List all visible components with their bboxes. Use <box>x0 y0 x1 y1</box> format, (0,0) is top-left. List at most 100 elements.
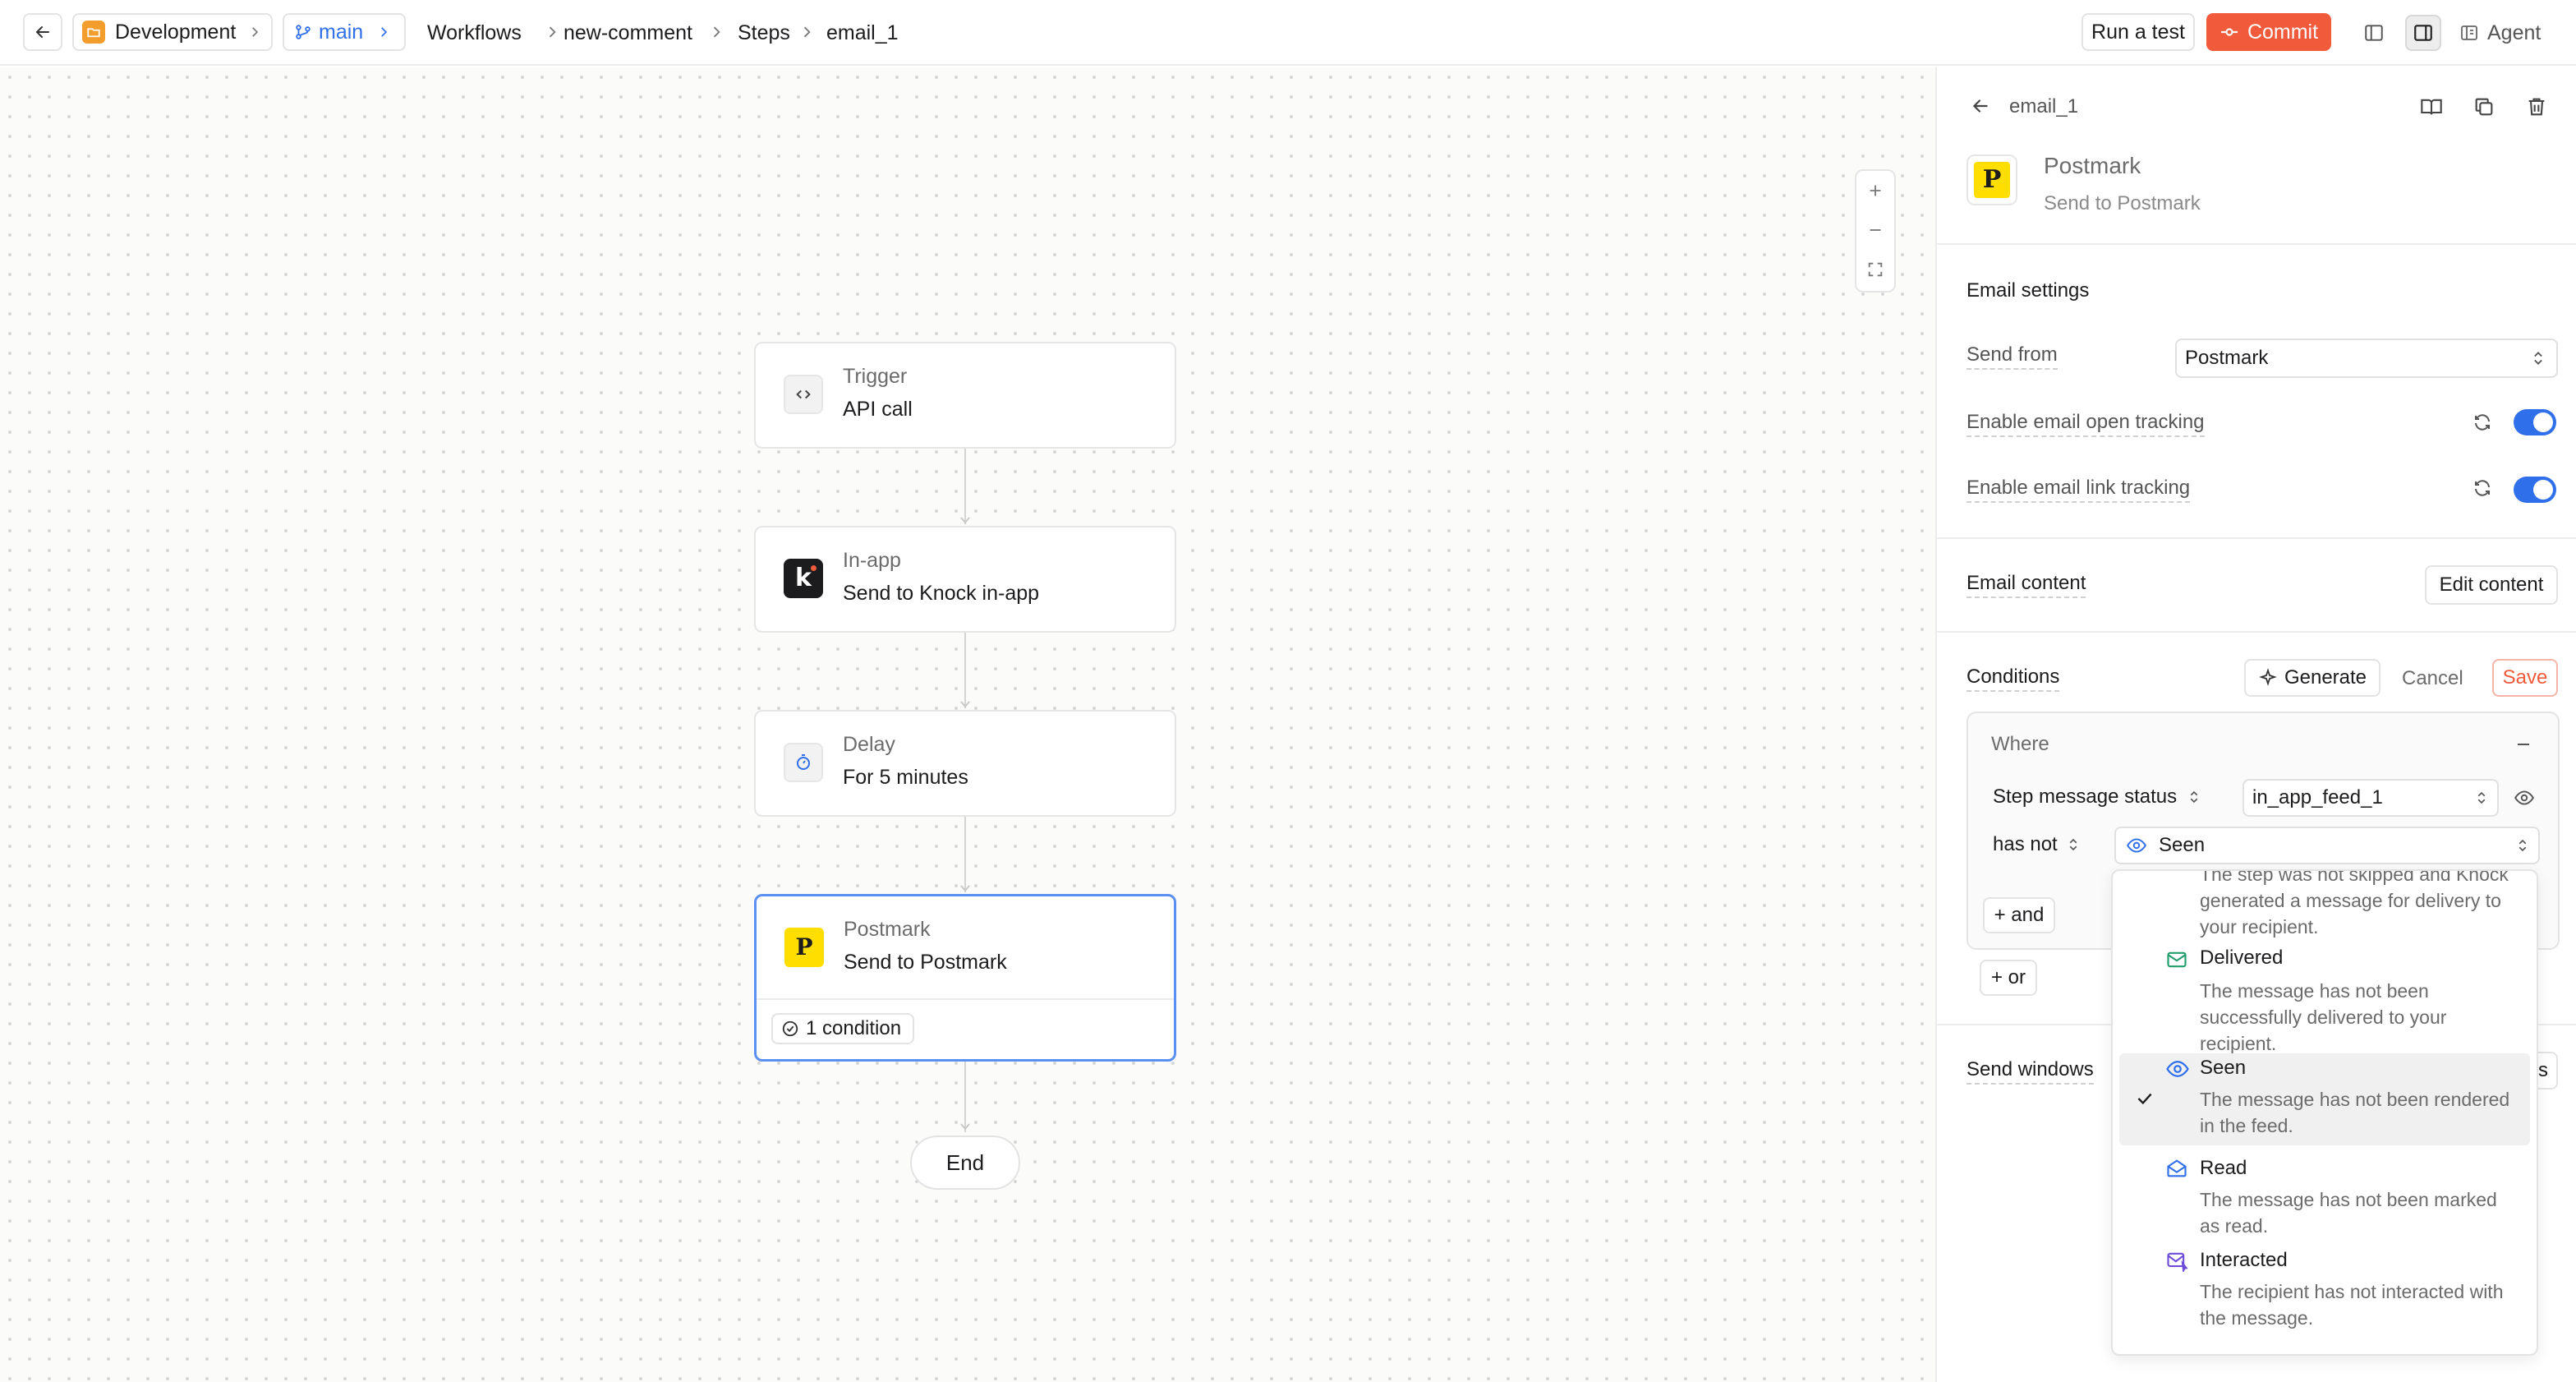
branch-switcher[interactable]: main <box>283 13 406 51</box>
commit-label: Commit <box>2247 20 2319 44</box>
email-settings-heading: Email settings <box>1966 279 2090 302</box>
check-icon <box>2137 1093 2152 1105</box>
eye-icon[interactable] <box>2514 787 2535 808</box>
environment-switcher[interactable]: Development <box>72 13 273 51</box>
code-icon <box>784 375 823 414</box>
divider <box>1937 537 2576 539</box>
option-seen[interactable]: Seen The message has not been rendered i… <box>2119 1053 2530 1145</box>
sparkle-icon <box>2259 668 2277 686</box>
save-button[interactable]: Save <box>2492 659 2558 697</box>
node-subtitle: Send to Knock in-app <box>843 582 1040 605</box>
minus-icon[interactable] <box>2514 735 2533 754</box>
commit-button[interactable]: Commit <box>2206 13 2331 51</box>
option-description: The message has not been marked as read. <box>2200 1189 2497 1237</box>
agent-button[interactable]: Agent <box>2459 15 2541 51</box>
chevron-up-down-icon <box>2534 352 2542 365</box>
chevron-up-down-icon <box>2069 838 2077 851</box>
add-and-button[interactable]: + and <box>1983 897 2055 933</box>
chevron-right-icon <box>549 26 556 38</box>
zoom-out-button[interactable] <box>1856 210 1894 250</box>
zoom-in-button[interactable] <box>1856 171 1894 210</box>
book-open-icon[interactable] <box>2420 95 2443 118</box>
sidebar-right-icon <box>2414 25 2432 41</box>
option-label: Interacted <box>2200 1249 2288 1271</box>
arrow-down-icon <box>960 517 970 524</box>
operator-select[interactable]: has not <box>1993 828 2081 861</box>
breadcrumb-workflows[interactable]: Workflows <box>427 0 522 66</box>
chevron-right-icon <box>803 26 811 38</box>
postmark-logo-icon: P <box>784 928 824 967</box>
workflow-node-delay[interactable]: Delay For 5 minutes <box>754 710 1176 817</box>
condition-field-select[interactable]: Step message status <box>1993 781 2201 813</box>
mail-open-icon <box>2167 1159 2187 1177</box>
step-key-label: email_1 <box>2009 95 2079 117</box>
node-subtitle: For 5 minutes <box>843 766 968 789</box>
breadcrumb-steps[interactable]: Steps <box>738 0 790 66</box>
toggle-left-sidebar-button[interactable] <box>2359 18 2389 48</box>
option-read[interactable]: Read The message has not been marked as … <box>2113 1154 2537 1246</box>
workflow-node-postmark[interactable]: P Postmark Send to Postmark 1 condition <box>754 894 1176 1062</box>
divider <box>1937 631 2576 633</box>
send-from-select[interactable]: Postmark <box>2175 339 2558 378</box>
arrow-down-icon <box>960 701 970 708</box>
link-tracking-toggle[interactable] <box>2514 477 2556 503</box>
generate-button[interactable]: Generate <box>2244 659 2380 697</box>
workflow-node-in-app[interactable]: k In-app Send to Knock in-app <box>754 526 1176 633</box>
copy-icon[interactable] <box>2472 95 2496 118</box>
postmark-logo-icon: P <box>1966 154 2017 205</box>
arrow-left-icon <box>36 26 49 38</box>
option-label: Delivered <box>2200 947 2284 969</box>
mail-interact-icon <box>2167 1252 2188 1272</box>
run-test-button[interactable]: Run a test <box>2082 13 2195 51</box>
mail-check-icon <box>2167 951 2187 968</box>
conditions-heading: Conditions <box>1966 666 2060 692</box>
node-title: Trigger <box>843 365 908 388</box>
eye-icon <box>2166 1061 2189 1077</box>
option-description: The message has not been successfully de… <box>2200 980 2447 1054</box>
option-label: Read <box>2200 1157 2247 1179</box>
sidebar-left-icon <box>2365 25 2383 41</box>
divider <box>1937 243 2576 245</box>
check-circle-icon <box>782 1020 798 1037</box>
chevron-up-down-icon <box>2190 790 2198 804</box>
chevron-right-icon <box>381 27 388 37</box>
reset-icon[interactable] <box>2472 412 2492 432</box>
git-commit-icon <box>2220 28 2238 36</box>
message-status-dropdown: The step was not skipped and Knock gener… <box>2111 869 2538 1356</box>
node-title: Delay <box>843 733 895 756</box>
toggle-right-sidebar-button[interactable] <box>2405 15 2441 51</box>
value-select[interactable]: Seen <box>2114 827 2540 864</box>
arrow-left-icon[interactable] <box>1970 95 1991 117</box>
workflow-node-trigger[interactable]: Trigger API call <box>754 342 1176 449</box>
edit-content-button[interactable]: Edit content <box>2425 565 2558 605</box>
node-subtitle: API call <box>843 398 913 421</box>
connector-line <box>964 449 966 524</box>
trash-icon[interactable] <box>2525 95 2548 118</box>
arrow-down-icon <box>960 885 970 892</box>
agent-panel-icon <box>2461 25 2477 40</box>
open-tracking-toggle[interactable] <box>2514 409 2556 435</box>
fit-view-button[interactable] <box>1856 250 1894 289</box>
git-branch-icon <box>296 25 310 39</box>
send-windows-heading: Send windows <box>1966 1058 2094 1085</box>
reset-icon[interactable] <box>2472 478 2492 498</box>
environment-label: Development <box>115 20 237 44</box>
option-delivered[interactable]: Delivered The message has not been succe… <box>2113 943 2537 1058</box>
node-subtitle: Send to Postmark <box>844 951 1007 974</box>
node-title: In-app <box>843 549 901 572</box>
connector-line <box>964 817 966 892</box>
add-or-button[interactable]: + or <box>1980 960 2037 996</box>
condition-badge[interactable]: 1 condition <box>771 1013 915 1044</box>
option-interacted[interactable]: Interacted The recipient has not interac… <box>2113 1246 2537 1338</box>
plus-icon <box>1870 185 1881 196</box>
option-label: Seen <box>2200 1057 2247 1079</box>
folder-icon <box>82 21 105 44</box>
agent-label: Agent <box>2487 21 2542 44</box>
back-button[interactable] <box>23 13 62 51</box>
step-ref-select[interactable]: in_app_feed_1 <box>2242 779 2499 817</box>
breadcrumb-step[interactable]: email_1 <box>826 0 899 66</box>
cancel-button[interactable]: Cancel <box>2402 667 2463 690</box>
link-tracking-label: Enable email link tracking <box>1966 477 2191 503</box>
breadcrumb-workflow-key[interactable]: new-comment <box>564 0 692 66</box>
chevron-up-down-icon <box>2518 839 2527 852</box>
